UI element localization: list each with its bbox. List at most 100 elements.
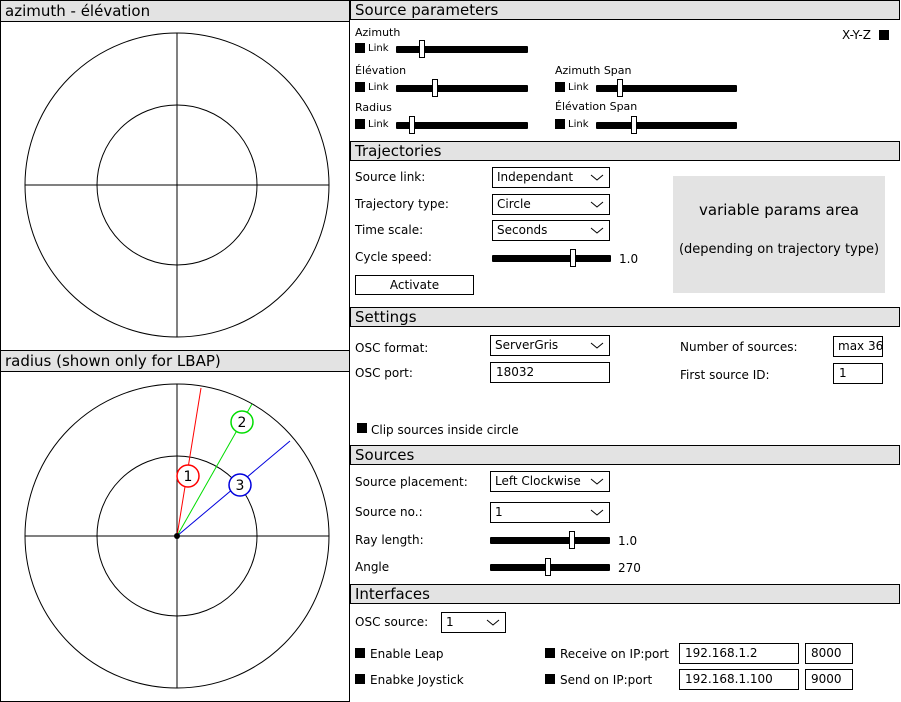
source-marker-3[interactable]: 3: [228, 473, 252, 497]
ray-length-value: 1.0: [618, 534, 638, 548]
azimuth-link-checkbox[interactable]: [355, 43, 365, 53]
enable-joystick-label: Enabke Joystick: [370, 673, 464, 687]
ray-length-slider-thumb[interactable]: [569, 531, 575, 549]
cycle-speed-slider[interactable]: [492, 255, 611, 262]
radius-slider-thumb[interactable]: [409, 116, 415, 134]
variable-params-area: variable params area (depending on traje…: [673, 176, 885, 293]
clip-sources-label: Clip sources inside circle: [371, 423, 519, 437]
osc-format-value: ServerGris: [495, 338, 559, 352]
azimuth-link-label: Link: [368, 43, 389, 54]
osc-source-value: 1: [446, 615, 454, 629]
number-of-sources-label: Number of sources:: [680, 340, 798, 354]
ray-length-label: Ray length:: [355, 533, 424, 547]
settings-header: Settings: [350, 307, 900, 327]
source-placement-select[interactable]: Left Clockwise: [490, 471, 610, 492]
xyz-label: X-Y-Z: [842, 28, 871, 42]
receive-label: Receive on IP:port: [560, 647, 669, 661]
source-link-select[interactable]: Independant: [492, 167, 610, 188]
enable-joystick-checkbox[interactable]: [355, 674, 365, 684]
elevation-slider-thumb[interactable]: [432, 79, 438, 97]
elevation-link-checkbox[interactable]: [355, 82, 365, 92]
elevation-span-link-checkbox[interactable]: [555, 119, 565, 129]
radius-slider[interactable]: [396, 122, 528, 129]
elevation-link-label: Link: [368, 82, 389, 93]
radius-label: Radius: [355, 101, 392, 114]
variable-params-note: (depending on trajectory type): [678, 242, 880, 257]
send-port-field[interactable]: 9000: [805, 669, 853, 690]
chevron-down-icon: [590, 201, 604, 208]
radius-title: radius (shown only for LBAP): [1, 351, 349, 372]
azimuth-span-slider-thumb[interactable]: [617, 79, 623, 97]
enable-leap-label: Enable Leap: [370, 647, 444, 661]
trajectory-type-label: Trajectory type:: [355, 197, 449, 211]
send-label: Send on IP:port: [560, 673, 653, 687]
radius-view[interactable]: 1 2 3: [1, 371, 349, 701]
send-ip-field[interactable]: 192.168.1.100: [679, 669, 799, 690]
activate-button[interactable]: Activate: [355, 275, 474, 295]
angle-label: Angle: [355, 560, 390, 574]
azimuth-span-link-checkbox[interactable]: [555, 82, 565, 92]
receive-port-field[interactable]: 8000: [805, 643, 853, 664]
source-link-value: Independant: [497, 170, 574, 184]
cycle-speed-label: Cycle speed:: [355, 250, 432, 264]
elevation-label: Élévation: [355, 64, 407, 77]
azimuth-elevation-title: azimuth - élévation: [1, 1, 349, 22]
source-placement-label: Source placement:: [355, 475, 468, 489]
time-scale-label: Time scale:: [355, 223, 424, 237]
trajectory-type-select[interactable]: Circle: [492, 194, 610, 215]
trajectories-header: Trajectories: [350, 141, 900, 161]
chevron-down-icon: [590, 227, 604, 234]
clip-sources-checkbox[interactable]: [357, 423, 367, 433]
svg-text:3: 3: [236, 478, 245, 494]
chevron-down-icon: [590, 509, 604, 516]
osc-format-select[interactable]: ServerGris: [490, 335, 610, 356]
osc-port-label: OSC port:: [355, 366, 413, 380]
first-source-id-field[interactable]: 1: [833, 363, 883, 384]
azimuth-span-link-label: Link: [568, 82, 589, 93]
cycle-speed-slider-thumb[interactable]: [570, 249, 576, 267]
azimuth-slider-thumb[interactable]: [419, 40, 425, 58]
time-scale-value: Seconds: [497, 223, 548, 237]
source-marker-2[interactable]: 2: [230, 410, 254, 434]
chevron-down-icon: [590, 478, 604, 485]
chevron-down-icon: [486, 619, 500, 626]
number-of-sources-field[interactable]: max 36: [833, 336, 883, 357]
elevation-span-slider-thumb[interactable]: [631, 116, 637, 134]
source-link-label: Source link:: [355, 170, 426, 184]
ray-length-slider[interactable]: [490, 537, 610, 544]
azimuth-elevation-view[interactable]: [1, 21, 349, 350]
radius-link-checkbox[interactable]: [355, 119, 365, 129]
elevation-slider[interactable]: [396, 85, 528, 92]
radius-link-label: Link: [368, 119, 389, 130]
angle-value: 270: [618, 561, 641, 575]
radius-panel: radius (shown only for LBAP) 1 2 3: [0, 350, 350, 702]
svg-text:1: 1: [184, 469, 193, 485]
osc-format-label: OSC format:: [355, 341, 429, 355]
interfaces-header: Interfaces: [350, 584, 900, 604]
receive-ip-field[interactable]: 192.168.1.2: [679, 643, 799, 664]
azimuth-slider[interactable]: [396, 46, 528, 53]
elevation-span-label: Élévation Span: [555, 100, 638, 113]
center-point: [174, 533, 180, 539]
enable-leap-checkbox[interactable]: [355, 648, 365, 658]
first-source-id-label: First source ID:: [680, 368, 770, 382]
xyz-checkbox[interactable]: [879, 30, 889, 40]
send-checkbox[interactable]: [545, 674, 555, 684]
osc-source-select[interactable]: 1: [441, 612, 506, 633]
receive-checkbox[interactable]: [545, 648, 555, 658]
source-parameters-header: Source parameters: [350, 0, 900, 20]
source-no-select[interactable]: 1: [490, 502, 610, 523]
elevation-span-slider[interactable]: [596, 122, 737, 129]
time-scale-select[interactable]: Seconds: [492, 220, 610, 241]
chevron-down-icon: [590, 342, 604, 349]
angle-slider-thumb[interactable]: [545, 558, 551, 576]
azimuth-span-label: Azimuth Span: [555, 64, 632, 77]
osc-port-field[interactable]: 18032: [490, 362, 610, 383]
svg-text:2: 2: [238, 415, 247, 431]
cycle-speed-value: 1.0: [619, 252, 639, 266]
azimuth-label: Azimuth: [355, 26, 401, 39]
azimuth-elevation-panel: azimuth - élévation: [0, 0, 350, 351]
trajectory-type-value: Circle: [497, 197, 531, 211]
source-marker-1[interactable]: 1: [176, 464, 200, 488]
source-no-value: 1: [495, 505, 503, 519]
